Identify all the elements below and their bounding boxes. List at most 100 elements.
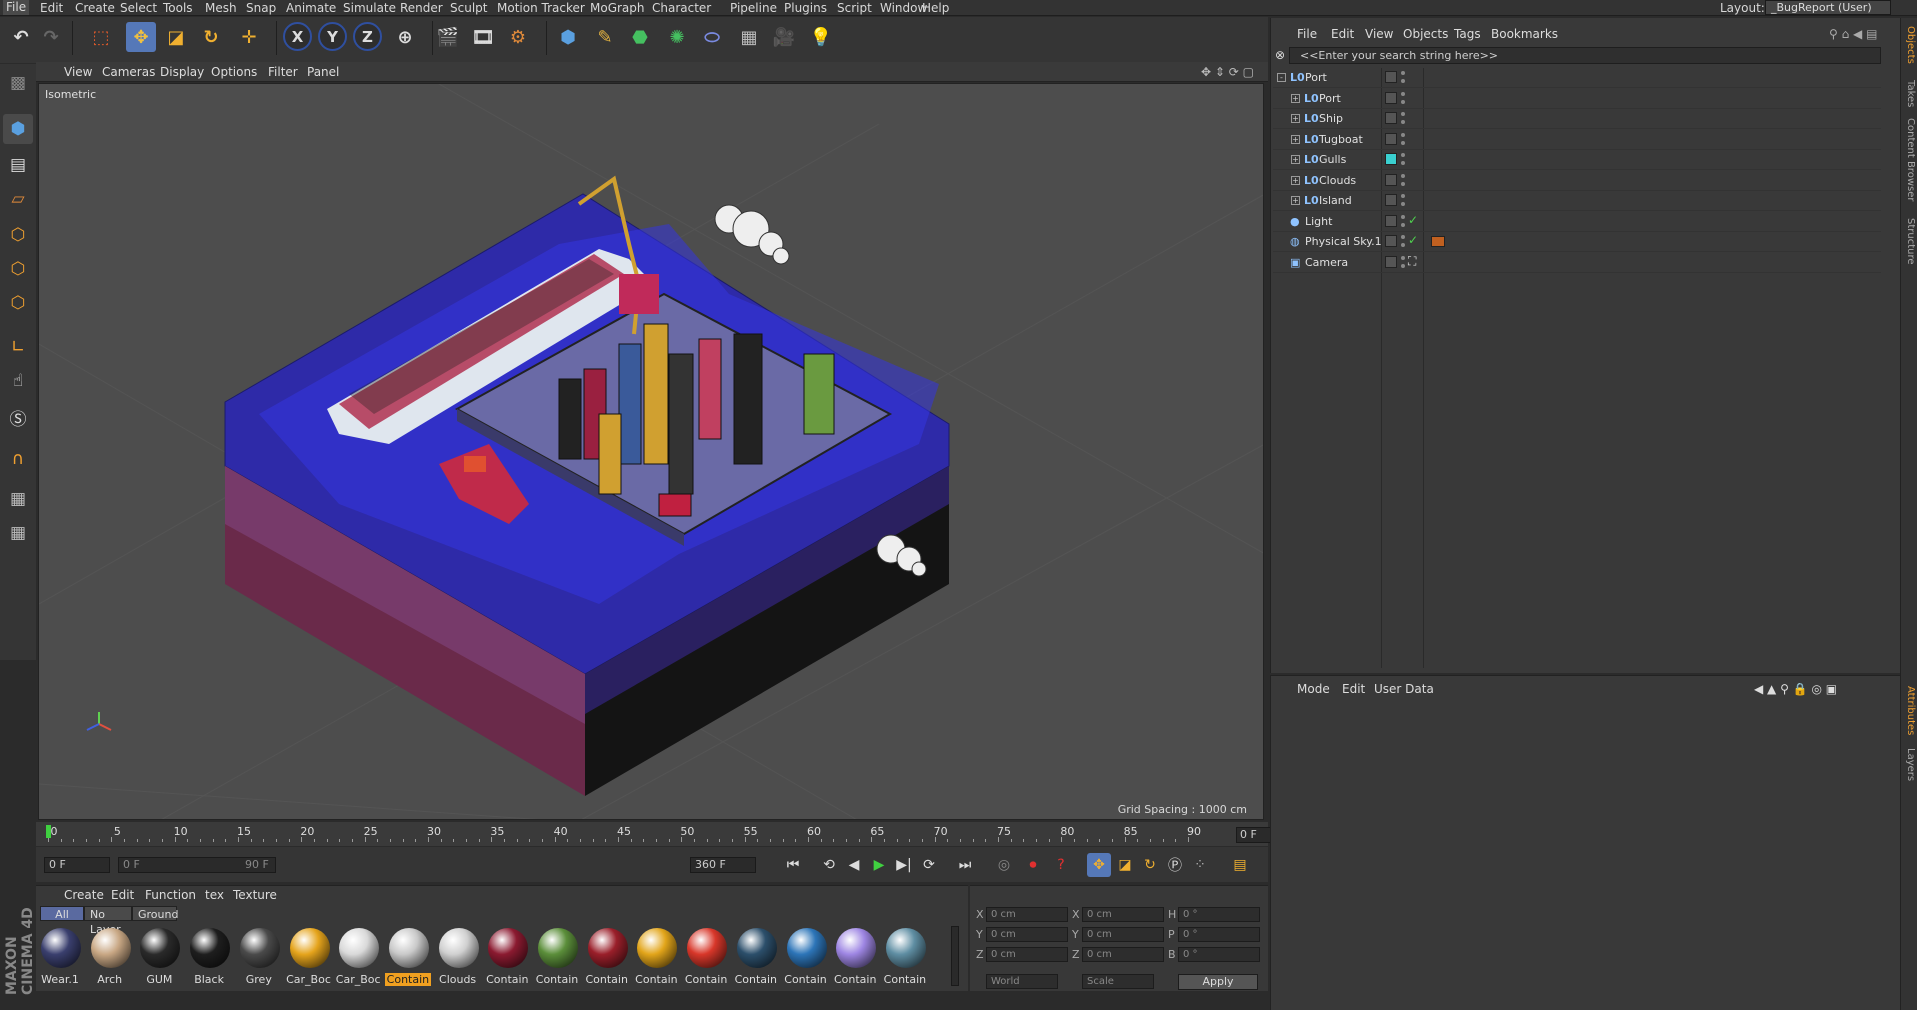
- obj-menu-bookmarks[interactable]: Bookmarks: [1491, 27, 1558, 41]
- menu-sculpt[interactable]: Sculpt: [450, 1, 487, 15]
- deformer-icon[interactable]: ⬭: [697, 22, 727, 52]
- material-swatch[interactable]: Contain: [682, 926, 729, 988]
- layer-color-tag[interactable]: [1385, 112, 1397, 124]
- points-mode-icon[interactable]: ⬡: [3, 220, 33, 250]
- size-mode-select[interactable]: Scale: [1082, 974, 1154, 989]
- autokey-icon[interactable]: ⏺: [1021, 853, 1045, 877]
- mat-tab-all[interactable]: All: [40, 906, 84, 921]
- apply-button[interactable]: Apply: [1178, 974, 1258, 990]
- make-editable-icon[interactable]: ▩: [3, 68, 33, 98]
- x-axis-icon[interactable]: X: [283, 22, 312, 51]
- mat-menu-edit[interactable]: Edit: [111, 888, 134, 902]
- render-view-icon[interactable]: 🎬: [433, 22, 463, 52]
- tab-takes[interactable]: Takes: [1903, 80, 1916, 107]
- workplane-icon[interactable]: ▱: [3, 184, 33, 214]
- render-visibility-dot[interactable]: [1401, 140, 1405, 145]
- material-swatch[interactable]: Contain: [384, 926, 431, 988]
- key-scale-icon[interactable]: ◪: [1113, 853, 1137, 877]
- menu-mograph[interactable]: MoGraph: [590, 1, 645, 15]
- go-to-end-icon[interactable]: ⏭: [953, 853, 977, 877]
- object-row[interactable]: + L0 Island: [1273, 191, 1881, 211]
- move-icon[interactable]: ✥: [126, 22, 156, 52]
- expand-toggle[interactable]: +: [1291, 93, 1300, 103]
- obj-menu-edit[interactable]: Edit: [1331, 27, 1354, 41]
- mat-tab-ground[interactable]: Ground: [132, 906, 178, 921]
- go-to-start-icon[interactable]: ⏮: [781, 853, 805, 877]
- menu-motion-tracker[interactable]: Motion Tracker: [497, 1, 585, 15]
- object-search-input[interactable]: <<Enter your search string here>>: [1289, 47, 1881, 64]
- playhead[interactable]: [46, 825, 51, 838]
- menu-create[interactable]: Create: [75, 1, 115, 15]
- material-swatch[interactable]: Car_Boc: [285, 926, 332, 988]
- material-swatch[interactable]: Clouds: [434, 926, 481, 988]
- viewport-nav-icons[interactable]: ✥ ⇕ ⟳ ▢: [1201, 65, 1254, 79]
- expand-toggle[interactable]: +: [1291, 114, 1300, 123]
- size-x-field[interactable]: 0 cm: [1082, 907, 1164, 922]
- editor-visibility-dot[interactable]: [1401, 112, 1405, 116]
- menu-render[interactable]: Render: [400, 1, 443, 15]
- object-row[interactable]: + L0 Clouds: [1273, 171, 1881, 191]
- start-frame-field[interactable]: 0 F: [44, 857, 110, 873]
- object-row[interactable]: + L0 Gulls: [1273, 150, 1881, 170]
- viewport-menu-filter[interactable]: Filter: [268, 65, 298, 79]
- object-name[interactable]: Ship: [1319, 112, 1343, 125]
- material-swatch[interactable]: Contain: [583, 926, 630, 988]
- object-name[interactable]: Light: [1305, 215, 1332, 228]
- menu-character[interactable]: Character: [652, 1, 711, 15]
- range-slider[interactable]: 0 F 90 F: [118, 857, 276, 873]
- render-visibility-dot[interactable]: [1401, 243, 1405, 247]
- object-name[interactable]: Tugboat: [1319, 133, 1363, 146]
- key-position-icon[interactable]: ✥: [1087, 853, 1111, 877]
- layer-color-tag[interactable]: [1385, 91, 1397, 104]
- menu-pipeline[interactable]: Pipeline: [730, 1, 777, 15]
- attr-menu-edit[interactable]: Edit: [1342, 682, 1365, 696]
- camera-icon[interactable]: 🎥: [769, 22, 799, 52]
- material-swatch[interactable]: Contain: [732, 926, 779, 988]
- obj-menu-tags[interactable]: Tags: [1454, 27, 1481, 41]
- position-z-field[interactable]: 0 cm: [986, 947, 1068, 962]
- attr-menu-mode[interactable]: Mode: [1297, 682, 1330, 696]
- key-parameter-icon[interactable]: Ⓟ: [1163, 853, 1187, 877]
- render-visibility-dot[interactable]: [1401, 79, 1405, 83]
- layout-select[interactable]: _BugReport (User): [1765, 0, 1891, 15]
- material-swatch[interactable]: Grey: [235, 926, 282, 988]
- layer-color-tag[interactable]: [1385, 173, 1397, 186]
- editor-visibility-dot[interactable]: [1401, 91, 1405, 96]
- material-swatch[interactable]: Contain: [831, 926, 878, 988]
- coordinate-system-icon[interactable]: ⊕: [390, 22, 420, 52]
- scale-icon[interactable]: ◪: [161, 22, 191, 52]
- render-visibility-dot[interactable]: [1401, 120, 1405, 124]
- 3d-viewport[interactable]: Isometric Grid Spacing : 1000 cm: [38, 83, 1264, 820]
- menu-tools[interactable]: Tools: [163, 1, 193, 15]
- material-swatch[interactable]: Contain: [881, 926, 928, 988]
- editor-visibility-dot[interactable]: [1401, 71, 1405, 75]
- keyframe-selection-icon[interactable]: ?: [1049, 853, 1073, 877]
- material-swatch[interactable]: Black: [185, 926, 232, 988]
- z-axis-icon[interactable]: Z: [353, 22, 382, 51]
- object-row[interactable]: ◍ Physical Sky.1 ✓: [1273, 232, 1881, 252]
- object-name[interactable]: Physical Sky.1: [1305, 235, 1382, 248]
- layer-color-tag[interactable]: [1385, 132, 1397, 145]
- next-key-icon[interactable]: ⟳: [917, 853, 941, 877]
- floor-icon[interactable]: ▦: [734, 22, 764, 52]
- menu-window[interactable]: Window: [880, 1, 927, 15]
- tab-content-browser[interactable]: Content Browser: [1903, 118, 1916, 201]
- planar-workplane-icon[interactable]: ▦: [3, 518, 33, 548]
- previous-frame-icon[interactable]: ◀: [842, 853, 866, 877]
- obj-menu-file[interactable]: File: [1297, 27, 1317, 41]
- object-name[interactable]: Island: [1319, 194, 1352, 207]
- layer-color-tag[interactable]: [1385, 153, 1397, 165]
- previous-key-icon[interactable]: ⟲: [817, 853, 841, 877]
- menu-snap[interactable]: Snap: [246, 1, 276, 15]
- editor-visibility-dot[interactable]: [1401, 214, 1405, 219]
- object-name[interactable]: Port: [1305, 71, 1327, 84]
- menu-mesh[interactable]: Mesh: [205, 1, 237, 15]
- next-frame-icon[interactable]: ▶|: [892, 853, 916, 877]
- menu-animate[interactable]: Animate: [286, 1, 336, 15]
- cloner-icon[interactable]: ✺: [662, 22, 692, 52]
- obj-nav-icons[interactable]: ⚲ ⌂ ◀ ▤: [1829, 27, 1877, 41]
- render-picture-viewer-icon[interactable]: 🎞: [468, 22, 498, 52]
- axis-mode-icon[interactable]: ∟: [3, 332, 33, 362]
- attr-nav-icons[interactable]: ◀ ▲ ⚲ 🔒 ◎ ▣: [1754, 682, 1837, 696]
- enabled-check-icon[interactable]: ✓: [1408, 213, 1418, 227]
